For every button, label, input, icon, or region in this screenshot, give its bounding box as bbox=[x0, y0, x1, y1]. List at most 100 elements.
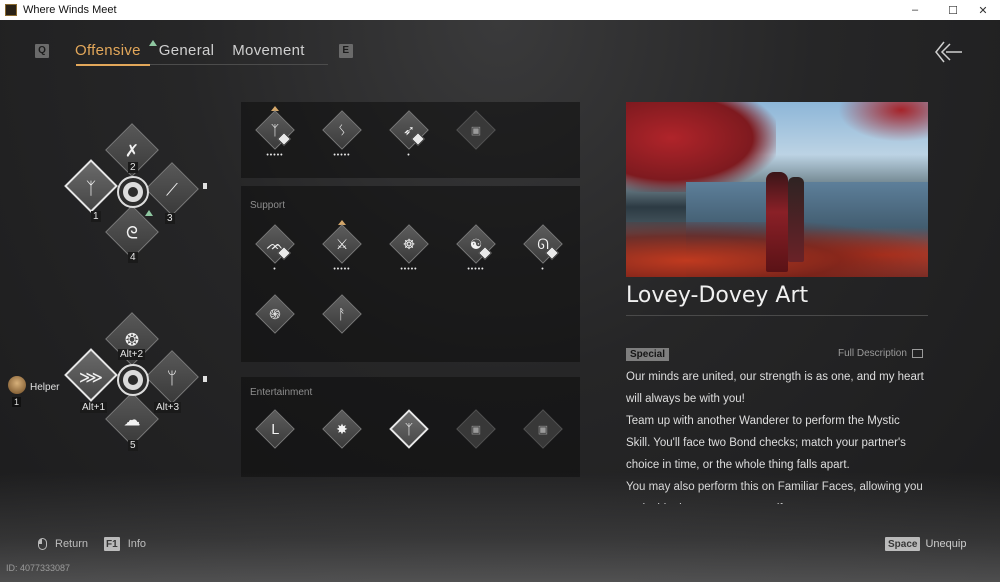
skills-panel-support: Support ᨏ • ⚔ ••••• ☸ ••••• ☯ ••••• ᘏ • … bbox=[241, 186, 580, 362]
wheel-slot-1[interactable]: ᛉ bbox=[64, 159, 118, 213]
spin-icon: ✸ bbox=[336, 420, 348, 437]
skill-slot[interactable]: ☯ ••••• bbox=[456, 224, 496, 284]
minimize-button[interactable]: – bbox=[898, 0, 932, 20]
skill-level-dots: • bbox=[407, 152, 411, 159]
game-viewport: Q Offensive General Movement E ᛉ 1 ✗ 2 ⟋… bbox=[0, 20, 1000, 582]
return-button[interactable]: Return bbox=[55, 538, 88, 550]
tab-general[interactable]: General bbox=[159, 42, 214, 59]
preview-figure bbox=[788, 177, 804, 262]
skill-slot-locked[interactable]: ▣ bbox=[456, 409, 496, 469]
info-key[interactable]: F1 bbox=[104, 537, 120, 551]
helper-avatar bbox=[8, 376, 26, 394]
mouse-left-icon bbox=[38, 538, 47, 550]
pose-icon: ᛘ bbox=[166, 368, 178, 388]
skill-level-dots: • bbox=[541, 266, 545, 273]
wheel-slot-3[interactable]: ⟋ bbox=[145, 162, 199, 216]
next-tab-key[interactable]: E bbox=[338, 43, 353, 58]
back-arrow-icon bbox=[935, 41, 962, 63]
skill-slot[interactable]: ᚨ bbox=[322, 294, 362, 354]
wheel-slot-5-key: 5 bbox=[128, 440, 138, 451]
description-paragraph: Team up with another Wanderer to perform… bbox=[626, 415, 906, 471]
spiral-icon: ֍ bbox=[269, 305, 281, 322]
skill-slot[interactable]: ֍ bbox=[255, 294, 295, 354]
space-key[interactable]: Space bbox=[885, 537, 921, 551]
wheel-alt-slot-2-key: Alt+2 bbox=[118, 349, 146, 360]
skill-level-dots: • bbox=[273, 266, 277, 273]
preview-foliage bbox=[838, 102, 928, 142]
page-marker bbox=[203, 376, 207, 382]
panel-label-entertainment: Entertainment bbox=[250, 387, 313, 398]
expand-icon bbox=[911, 349, 923, 358]
locked-icon: ▣ bbox=[537, 423, 549, 436]
tab-offensive[interactable]: Offensive bbox=[75, 42, 141, 59]
wheel-hub-icon bbox=[117, 176, 149, 208]
leap-icon: ᛊ bbox=[337, 122, 347, 138]
preview-figure bbox=[766, 172, 788, 272]
locked-icon: ▣ bbox=[470, 423, 482, 436]
wheel-alt-slot-3-key: Alt+3 bbox=[154, 402, 182, 413]
preview-foliage bbox=[626, 102, 776, 192]
helper-label: Helper bbox=[30, 382, 60, 393]
skill-slot-locked[interactable]: ▣ bbox=[456, 110, 496, 170]
skill-description[interactable]: Our minds are united, our strength is as… bbox=[626, 366, 926, 504]
skill-slot[interactable]: ᛊ ••••• bbox=[322, 110, 362, 170]
cloud-icon: ☁ bbox=[123, 410, 141, 430]
skill-slot[interactable]: ⚔ ••••• bbox=[322, 220, 362, 284]
skills-panel-offensive: ᛉ ••••• ᛊ ••••• ➶ • ▣ bbox=[241, 102, 580, 178]
skill-tag: Special bbox=[626, 348, 670, 361]
blade-icon: ⟋ bbox=[166, 180, 178, 200]
skill-level-dots: ••••• bbox=[333, 266, 351, 273]
app-icon bbox=[5, 4, 17, 16]
skill-level-dots: ••••• bbox=[266, 152, 284, 159]
window-title: Where Winds Meet bbox=[23, 4, 117, 16]
staff-icon: ᚨ bbox=[337, 306, 347, 322]
skill-level-dots: ••••• bbox=[333, 152, 351, 159]
wheel-slot-5[interactable]: ☁ bbox=[105, 392, 159, 446]
skill-slot[interactable]: ᘏ • bbox=[523, 224, 563, 284]
whirl-icon: ᘓ bbox=[126, 223, 138, 243]
full-description-button[interactable]: Full Description bbox=[838, 348, 923, 359]
skill-level-dots: ••••• bbox=[400, 266, 418, 273]
full-description-label: Full Description bbox=[838, 348, 907, 359]
skill-slot-locked[interactable]: ▣ bbox=[523, 409, 563, 469]
back-arrow-button[interactable] bbox=[934, 40, 966, 66]
wheel-alt-slot-1-key: Alt+1 bbox=[80, 402, 108, 413]
player-id: ID: 4077333087 bbox=[6, 563, 71, 573]
duo-dance-icon: ᛉ bbox=[404, 421, 414, 437]
category-tabs: Q Offensive General Movement E bbox=[35, 40, 353, 59]
info-button[interactable]: Info bbox=[128, 538, 146, 550]
meditate-icon: ☸ bbox=[402, 235, 416, 252]
description-paragraph: Our minds are united, our strength is as… bbox=[626, 371, 924, 405]
skill-slot[interactable]: ᨏ • bbox=[255, 224, 295, 284]
wheel-alt-slot-3[interactable]: ᛘ bbox=[145, 350, 199, 404]
skill-slot-selected[interactable]: ᛉ bbox=[389, 409, 429, 469]
wheel-slot-3-key: 3 bbox=[165, 213, 175, 224]
unequip-button[interactable]: Unequip bbox=[925, 538, 966, 550]
crossed-swords-icon: ⚔ bbox=[335, 235, 349, 252]
footer-hints-left: Return F1 Info bbox=[38, 537, 146, 551]
window-titlebar: Where Winds Meet – ☐ ✕ bbox=[0, 0, 1000, 20]
skill-slot[interactable]: ᛉ ••••• bbox=[255, 106, 295, 170]
close-window-button[interactable]: ✕ bbox=[966, 0, 1000, 20]
dance-pose-icon: ᛉ bbox=[85, 178, 97, 198]
helper-slot[interactable]: Helper 1 bbox=[8, 376, 78, 416]
skill-title: Lovey-Dovey Art bbox=[626, 283, 809, 308]
bow-pose-icon: ᒪ bbox=[271, 420, 279, 437]
skill-slot[interactable]: ➶ • bbox=[389, 110, 429, 170]
locked-icon: ▣ bbox=[470, 124, 482, 137]
skill-slot[interactable]: ✸ bbox=[322, 409, 362, 469]
skill-slot[interactable]: ᒪ bbox=[255, 409, 295, 469]
description-paragraph: You may also perform this on Familiar Fa… bbox=[626, 481, 923, 504]
skill-slot[interactable]: ☸ ••••• bbox=[389, 224, 429, 284]
title-divider bbox=[626, 315, 928, 316]
skill-level-dots: ••••• bbox=[467, 266, 485, 273]
maximize-button[interactable]: ☐ bbox=[936, 0, 970, 20]
skill-preview-image bbox=[626, 102, 928, 277]
helper-key: 1 bbox=[12, 397, 22, 407]
prev-tab-key[interactable]: Q bbox=[35, 43, 49, 58]
page-marker bbox=[203, 183, 207, 189]
wheel-slot-1-key: 1 bbox=[91, 211, 101, 222]
panel-label-support: Support bbox=[250, 200, 286, 211]
tab-movement[interactable]: Movement bbox=[232, 42, 304, 59]
footer-hints-right: Space Unequip bbox=[885, 537, 966, 551]
